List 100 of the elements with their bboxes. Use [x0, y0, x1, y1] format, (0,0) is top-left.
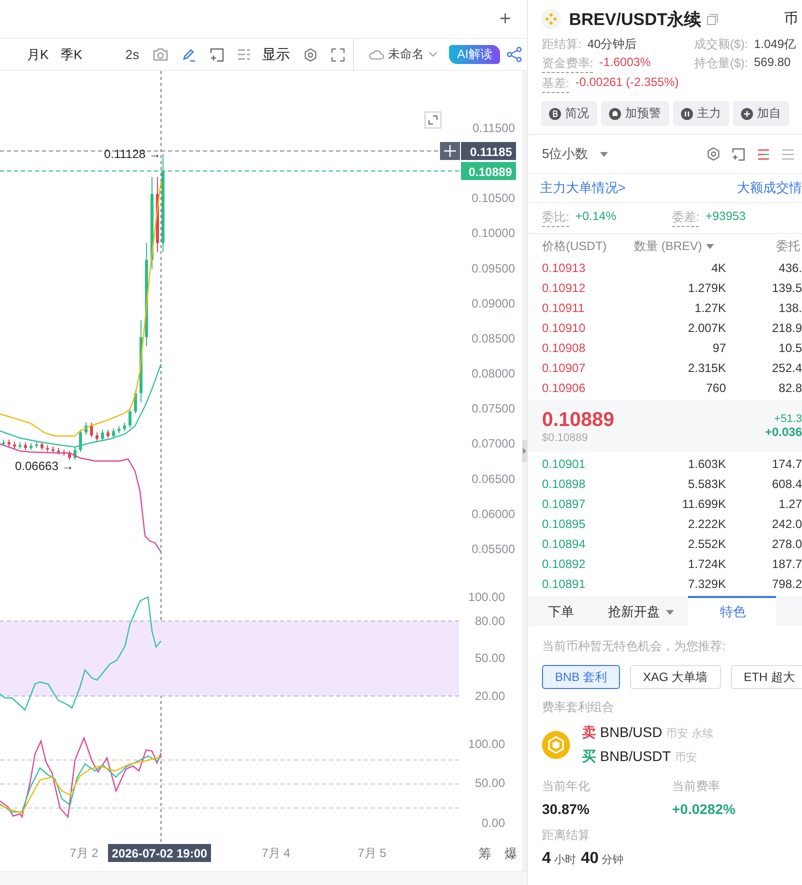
add-frame-icon[interactable] [210, 48, 224, 62]
action-button[interactable]: 主力 [673, 101, 729, 126]
action-button[interactable]: 加预警 [601, 101, 669, 126]
bid-price: 0.10901 [542, 457, 586, 471]
period-tab[interactable]: 季K [60, 46, 82, 64]
large-trades-link[interactable]: 大额成交情 [737, 179, 802, 197]
trade-side: 卖 [582, 724, 596, 742]
kdj-axis-label: 50.00 [474, 776, 505, 790]
rsi-axis-label: 100.00 [468, 590, 505, 604]
candle [30, 442, 32, 451]
recommendation-chip[interactable]: XAG 大单墙 [630, 665, 721, 689]
action-button[interactable]: 加自 [733, 101, 789, 126]
panel-tab[interactable]: 抢新开盘 [588, 596, 688, 626]
minutes-value: 40 [580, 850, 599, 868]
bid-quantity: 11.699K [681, 497, 726, 511]
camera-icon[interactable] [153, 48, 168, 61]
candle [101, 429, 104, 442]
price-axis-label: 0.06000 [472, 506, 515, 521]
candle [35, 441, 38, 448]
price-axis-label: 0.06500 [472, 472, 515, 486]
share-icon[interactable] [507, 47, 522, 62]
minutes-unit: 分钟 [602, 853, 624, 867]
caret-icon[interactable] [706, 244, 714, 248]
candle [52, 446, 54, 454]
expand-icon[interactable] [424, 112, 442, 128]
panel-tab[interactable]: 特色 [688, 596, 776, 626]
price-axis-label: 0.07500 [472, 402, 515, 416]
ratio-label: 委差: [672, 209, 700, 227]
ask-quantity: 2.315K [686, 361, 726, 375]
fullscreen-icon[interactable] [331, 48, 346, 62]
period-tab[interactable]: 月K [27, 46, 49, 64]
candle [134, 390, 137, 414]
high-price-label: 0.11128 → [104, 147, 161, 161]
plus-icon[interactable] [440, 142, 460, 160]
whale-orders-link[interactable]: 主力大单情况> [540, 179, 626, 197]
ask-amount: 138. [778, 301, 802, 315]
stat-value: -1.6003% [599, 55, 651, 71]
price-axis-label: 0.11500 [472, 121, 515, 135]
pair-name: BNB/USDT [600, 748, 671, 764]
pencil-icon[interactable] [182, 48, 196, 62]
ask-price: 0.10912 [542, 281, 586, 295]
bid-amount: 242.0 [770, 517, 802, 531]
ask-quantity: 1.27K [694, 301, 726, 315]
list-icon[interactable] [238, 49, 250, 60]
add-frame-icon[interactable] [732, 148, 745, 160]
chevron-down-icon[interactable] [429, 52, 438, 57]
rsi-axis-label: 80.00 [474, 614, 505, 628]
collapse-handle-icon[interactable] [522, 440, 527, 462]
recommendation-chip[interactable]: ETH 超大 [730, 665, 802, 689]
caret-icon[interactable] [666, 610, 674, 614]
layout-name-dropdown[interactable]: 未命名 [388, 46, 424, 63]
ai-analysis-button[interactable]: AI解读 [449, 45, 500, 64]
price-change-percent: +0.036 [764, 425, 802, 439]
candle [40, 441, 44, 451]
recommendation-chip[interactable]: BNB 套利 [542, 665, 620, 689]
settings-icon[interactable] [707, 147, 720, 161]
price-axis-label: 0.08500 [472, 331, 515, 346]
last-price: 0.10889 [542, 408, 614, 432]
book-layout-icon[interactable] [757, 148, 770, 160]
copy-icon[interactable] [707, 14, 718, 24]
bid-quantity: 7.329K [686, 577, 726, 591]
bid-quantity: 1.724K [686, 557, 726, 571]
add-tab-button[interactable]: + [499, 8, 511, 30]
ask-quantity: 4K [710, 261, 726, 275]
candle [123, 422, 126, 432]
refresh-interval[interactable]: 2s [125, 47, 140, 62]
plus-circle-icon [741, 108, 753, 120]
cloud-icon[interactable] [368, 49, 384, 60]
caret-icon[interactable] [600, 152, 608, 156]
time-axis-label: 7月 2 [70, 846, 98, 860]
action-button[interactable]: 简况 [541, 101, 597, 126]
ask-quantity: 1.279K [686, 281, 726, 295]
chart-side-tab[interactable]: 爆 [504, 846, 518, 861]
bid-price: 0.10891 [542, 577, 586, 591]
rsi-axis-label: 50.00 [474, 651, 505, 665]
precision-dropdown[interactable]: 5位小数 [542, 145, 588, 163]
time-axis-label: 7月 4 [262, 846, 290, 860]
panel-tab[interactable]: 下单 [528, 596, 588, 626]
column-header[interactable]: 数量 (BREV) [634, 238, 702, 254]
candle [79, 429, 82, 453]
stat-label: 距结算: [542, 36, 582, 53]
display-menu[interactable]: 显示 [262, 46, 290, 64]
trade-side: 买 [582, 748, 596, 766]
candle [46, 444, 49, 452]
ask-amount: 139.5 [770, 281, 802, 295]
bid-amount: 187.7 [770, 557, 802, 571]
list-icon[interactable] [782, 148, 794, 160]
chart-side-tab[interactable]: 筹 [478, 846, 492, 861]
metric-value: +0.0282% [672, 801, 736, 817]
ratio-value: +93953 [705, 209, 746, 225]
symbol-title: BREV/USDT永续 [569, 8, 702, 30]
bid-price: 0.10897 [542, 497, 586, 511]
bid-quantity: 5.583K [686, 477, 726, 491]
last-price-usd: $0.10889 [542, 432, 589, 444]
rsi-axis-label: 20.00 [474, 689, 505, 703]
ask-price: 0.10906 [542, 381, 586, 395]
settings-icon[interactable] [304, 48, 318, 62]
bid-amount: 608.4 [770, 477, 802, 491]
price-axis-label: 0.08000 [472, 366, 515, 381]
exchange-name: 币 [784, 10, 798, 28]
